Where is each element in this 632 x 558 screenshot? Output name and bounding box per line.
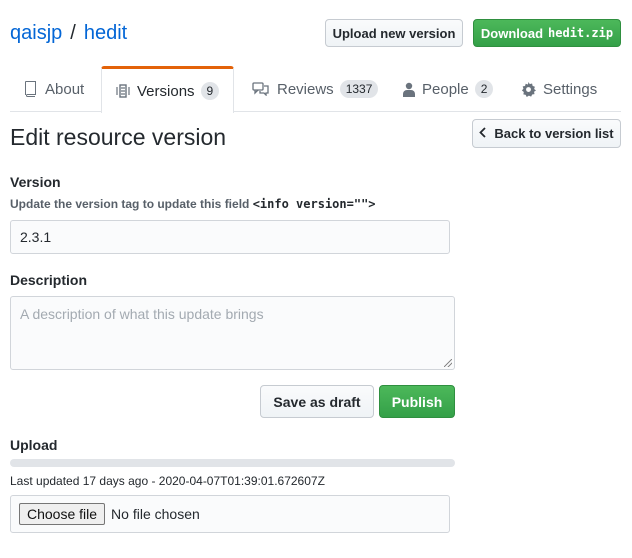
last-updated-text: Last updated 17 days ago - 2020-04-07T01… <box>10 474 325 488</box>
publish-button[interactable]: Publish <box>379 385 455 418</box>
upload-new-version-label: Upload new version <box>332 25 456 41</box>
description-placeholder: A description of what this update brings <box>20 306 264 322</box>
tab-settings[interactable]: Settings <box>521 66 597 112</box>
tab-about-label: About <box>45 80 85 98</box>
version-note-code: <info version=""> <box>252 197 376 211</box>
resize-handle-icon[interactable] <box>444 359 452 367</box>
breadcrumb: qaisjp / hedit <box>10 22 127 45</box>
tab-settings-label: Settings <box>543 80 598 98</box>
file-status-text: No file chosen <box>111 506 200 522</box>
tab-people[interactable]: People 2 <box>403 66 494 112</box>
tab-versions[interactable]: Versions 9 <box>101 66 235 113</box>
version-label: Version <box>10 174 61 190</box>
comments-icon <box>252 82 270 96</box>
publish-label: Publish <box>391 393 443 410</box>
versions-icon <box>116 83 130 99</box>
file-input: Choose file No file chosen <box>10 495 450 533</box>
back-to-version-list-button[interactable]: Back to version list <box>472 119 621 148</box>
tab-reviews[interactable]: Reviews 1337 <box>252 66 379 112</box>
tab-bar: About Versions 9 Reviews 1337 People 2 S… <box>10 66 621 113</box>
book-icon <box>24 81 38 97</box>
gear-icon <box>521 81 536 97</box>
resource-link[interactable]: hedit <box>84 22 127 44</box>
upload-label: Upload <box>10 437 58 453</box>
tab-people-label: People <box>422 80 469 98</box>
choose-file-button[interactable]: Choose file <box>19 503 106 525</box>
owner-link[interactable]: qaisjp <box>10 22 62 44</box>
save-as-draft-button[interactable]: Save as draft <box>260 385 374 418</box>
version-input-value: 2.3.1 <box>20 229 52 245</box>
download-filename: hedit.zip <box>548 26 614 40</box>
back-to-version-list-label: Back to version list <box>494 126 614 141</box>
chevron-left-icon <box>479 126 487 141</box>
people-count-badge: 2 <box>474 80 494 98</box>
upload-progress-bar <box>10 459 455 467</box>
tab-reviews-label: Reviews <box>277 80 334 98</box>
download-button[interactable]: Download hedit.zip <box>473 19 621 47</box>
tab-versions-label: Versions <box>137 82 195 100</box>
page-title: Edit resource version <box>10 124 227 150</box>
description-label: Description <box>10 272 88 288</box>
person-icon <box>403 82 415 97</box>
reviews-count-badge: 1337 <box>339 80 379 98</box>
description-textarea[interactable]: A description of what this update brings <box>10 296 455 370</box>
save-as-draft-label: Save as draft <box>273 393 361 410</box>
breadcrumb-separator: / <box>70 22 76 44</box>
upload-new-version-button[interactable]: Upload new version <box>325 19 463 47</box>
version-note: Update the version tag to update this fi… <box>10 197 376 211</box>
version-input[interactable]: 2.3.1 <box>10 220 450 254</box>
tab-about[interactable]: About <box>24 66 84 112</box>
download-label: Download <box>480 25 544 41</box>
version-note-text: Update the version tag to update this fi… <box>10 197 250 211</box>
versions-count-badge: 9 <box>200 82 220 100</box>
